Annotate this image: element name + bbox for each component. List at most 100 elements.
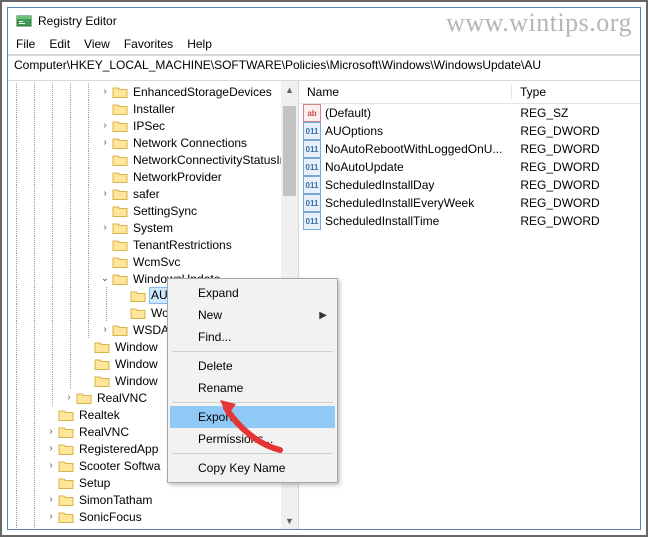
menu-separator bbox=[172, 453, 333, 454]
menu-item-find[interactable]: Find... bbox=[170, 326, 335, 348]
tree-item-label: System bbox=[131, 221, 175, 235]
dword-value-icon: 011 bbox=[303, 176, 321, 194]
tree-item-label: Window bbox=[113, 357, 160, 371]
value-type: REG_DWORD bbox=[512, 142, 640, 156]
value-type: REG_DWORD bbox=[512, 160, 640, 174]
menu-view[interactable]: View bbox=[84, 37, 110, 51]
menu-item-label: Copy Key Name bbox=[198, 461, 285, 475]
folder-icon bbox=[58, 425, 74, 439]
folder-icon bbox=[112, 85, 128, 99]
tree-item[interactable]: ›safer bbox=[8, 185, 298, 202]
chevron-right-icon[interactable]: › bbox=[98, 188, 112, 199]
menu-item-expand[interactable]: Expand bbox=[170, 282, 335, 304]
chevron-right-icon[interactable]: › bbox=[98, 222, 112, 233]
address-bar[interactable]: Computer\HKEY_LOCAL_MACHINE\SOFTWARE\Pol… bbox=[8, 55, 640, 81]
tree-item[interactable]: › System bbox=[8, 219, 298, 236]
menu-edit[interactable]: Edit bbox=[49, 37, 70, 51]
menu-item-copy-key-name[interactable]: Copy Key Name bbox=[170, 457, 335, 479]
scroll-down-icon[interactable]: ▼ bbox=[281, 512, 298, 529]
menu-separator bbox=[172, 402, 333, 403]
tree-item[interactable]: ›SoundResearch bbox=[8, 525, 298, 529]
tree-item[interactable]: Installer bbox=[8, 100, 298, 117]
chevron-right-icon[interactable]: › bbox=[98, 137, 112, 148]
folder-icon bbox=[94, 340, 110, 354]
titlebar: Registry Editor bbox=[8, 8, 640, 34]
menubar: File Edit View Favorites Help bbox=[8, 34, 640, 55]
folder-icon bbox=[94, 357, 110, 371]
tree-item-label: IPSec bbox=[131, 119, 167, 133]
tree-item[interactable]: ›EnhancedStorageDevices bbox=[8, 83, 298, 100]
folder-icon bbox=[112, 272, 128, 286]
value-row[interactable]: 011NoAutoRebootWithLoggedOnU...REG_DWORD bbox=[299, 140, 640, 158]
value-row[interactable]: 011ScheduledInstallTimeREG_DWORD bbox=[299, 212, 640, 230]
menu-help[interactable]: Help bbox=[187, 37, 212, 51]
folder-icon bbox=[58, 442, 74, 456]
chevron-right-icon[interactable]: › bbox=[44, 511, 58, 522]
chevron-right-icon[interactable]: › bbox=[44, 443, 58, 454]
menu-file[interactable]: File bbox=[16, 37, 35, 51]
folder-icon bbox=[112, 255, 128, 269]
tree-item[interactable]: › SonicFocus bbox=[8, 508, 298, 525]
col-type[interactable]: Type bbox=[512, 85, 640, 99]
col-name[interactable]: Name bbox=[299, 85, 512, 99]
dword-value-icon: 011 bbox=[303, 158, 321, 176]
menu-item-rename[interactable]: Rename bbox=[170, 377, 335, 399]
folder-icon bbox=[112, 323, 128, 337]
value-name: ScheduledInstallTime bbox=[325, 214, 439, 228]
tree-item[interactable]: NetworkProvider bbox=[8, 168, 298, 185]
tree-item[interactable]: › IPSec bbox=[8, 117, 298, 134]
menu-item-label: Delete bbox=[198, 359, 233, 373]
chevron-right-icon[interactable]: › bbox=[62, 392, 76, 403]
value-type: REG_SZ bbox=[512, 106, 640, 120]
chevron-right-icon[interactable]: › bbox=[98, 120, 112, 131]
tree-item-label: TenantRestrictions bbox=[131, 238, 234, 252]
folder-icon bbox=[94, 374, 110, 388]
chevron-right-icon[interactable]: › bbox=[44, 494, 58, 505]
menu-item-export[interactable]: Export bbox=[170, 406, 335, 428]
tree-item[interactable]: SettingSync bbox=[8, 202, 298, 219]
tree-item-label: Scooter Softwa bbox=[77, 459, 162, 473]
folder-icon bbox=[112, 136, 128, 150]
value-row[interactable]: 011 NoAutoUpdate REG_DWORD bbox=[299, 158, 640, 176]
folder-icon bbox=[112, 187, 128, 201]
chevron-right-icon[interactable]: › bbox=[44, 426, 58, 437]
scroll-thumb[interactable] bbox=[283, 106, 296, 196]
value-row[interactable]: 011ScheduledInstallDayREG_DWORD bbox=[299, 176, 640, 194]
menu-item-label: Permissions... bbox=[198, 432, 273, 446]
value-name: (Default) bbox=[325, 106, 371, 120]
tree-item-label: SimonTatham bbox=[77, 493, 154, 507]
chevron-right-icon[interactable]: › bbox=[44, 528, 58, 529]
tree-item-label: SonicFocus bbox=[77, 510, 144, 524]
tree-item-label: WSDA bbox=[131, 323, 171, 337]
tree-item[interactable]: TenantRestrictions bbox=[8, 236, 298, 253]
menu-item-permissions[interactable]: Permissions... bbox=[170, 428, 335, 450]
scroll-up-icon[interactable]: ▲ bbox=[281, 81, 298, 98]
tree-item-label: SettingSync bbox=[131, 204, 199, 218]
dword-value-icon: 011 bbox=[303, 140, 321, 158]
tree-item-label: Realtek bbox=[77, 408, 122, 422]
menu-favorites[interactable]: Favorites bbox=[124, 37, 173, 51]
value-name: NoAutoUpdate bbox=[325, 160, 404, 174]
folder-icon bbox=[130, 289, 146, 303]
menu-item-delete[interactable]: Delete bbox=[170, 355, 335, 377]
chevron-down-icon[interactable]: ⌄ bbox=[98, 273, 112, 284]
folder-icon bbox=[58, 493, 74, 507]
chevron-right-icon[interactable]: › bbox=[44, 460, 58, 471]
app-icon bbox=[16, 13, 32, 29]
value-row[interactable]: 011AUOptionsREG_DWORD bbox=[299, 122, 640, 140]
tree-item[interactable]: NetworkConnectivityStatusIndicator bbox=[8, 151, 298, 168]
folder-icon bbox=[58, 527, 74, 530]
menu-item-new[interactable]: New▶ bbox=[170, 304, 335, 326]
values-pane: Name Type ab(Default)REG_SZ011AUOptionsR… bbox=[299, 81, 640, 529]
tree-item-label: Window bbox=[113, 340, 160, 354]
value-type: REG_DWORD bbox=[512, 124, 640, 138]
tree-item[interactable]: ›Network Connections bbox=[8, 134, 298, 151]
chevron-right-icon[interactable]: › bbox=[98, 324, 112, 335]
chevron-right-icon[interactable]: › bbox=[98, 86, 112, 97]
tree-item[interactable]: › SimonTatham bbox=[8, 491, 298, 508]
value-row[interactable]: 011ScheduledInstallEveryWeekREG_DWORD bbox=[299, 194, 640, 212]
value-type: REG_DWORD bbox=[512, 196, 640, 210]
folder-icon bbox=[112, 204, 128, 218]
value-row[interactable]: ab(Default)REG_SZ bbox=[299, 104, 640, 122]
tree-item[interactable]: WcmSvc bbox=[8, 253, 298, 270]
